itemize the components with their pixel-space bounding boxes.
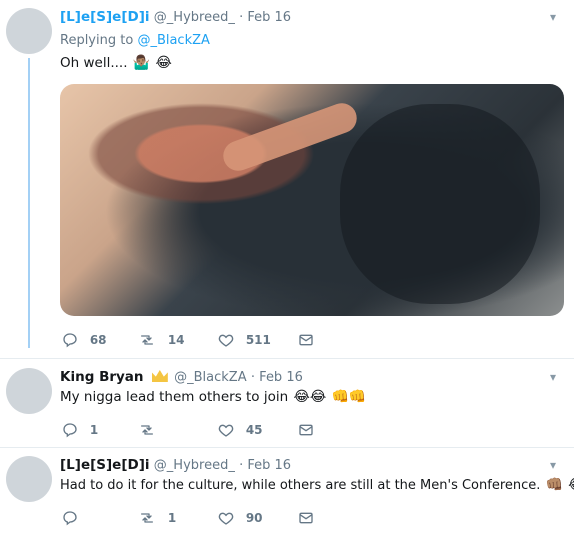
like-count: 511 <box>245 333 271 347</box>
tweet-text-body: My nigga lead them others to join <box>60 389 289 405</box>
tweet-date[interactable]: · Feb 16 <box>239 10 291 25</box>
tweet-actions: 68 14 511 <box>60 330 540 350</box>
like-count: 45 <box>245 423 263 437</box>
tweet-text: Oh well.... 🤷🏽‍♂️ 😂 <box>60 54 172 72</box>
message-button[interactable] <box>298 420 314 440</box>
heart-icon <box>218 334 234 347</box>
tweet-actions: 1 45 <box>60 420 540 440</box>
author-handle[interactable]: @_Hybreed_ <box>154 458 235 473</box>
heart-icon <box>218 512 234 525</box>
retweet-icon <box>141 425 153 435</box>
retweet-icon <box>141 513 153 523</box>
retweet-button[interactable]: 14 <box>138 330 185 350</box>
like-button[interactable]: 90 <box>218 508 263 528</box>
media-hand-shape <box>219 98 361 176</box>
like-count: 90 <box>245 511 263 525</box>
replying-to: Replying to @_BlackZA <box>60 32 210 50</box>
divider <box>0 358 574 359</box>
retweet-button[interactable]: 1 <box>138 508 176 528</box>
author-name[interactable]: [L]e[S]e[D]i <box>60 9 150 25</box>
reply-count: 68 <box>89 333 107 347</box>
reply-button[interactable] <box>62 508 86 528</box>
reply-icon <box>63 511 77 526</box>
author-name[interactable]: King Bryan <box>60 369 144 385</box>
tweet-text-body: Oh well.... <box>60 55 128 71</box>
like-button[interactable]: 511 <box>218 330 271 350</box>
retweet-icon <box>141 335 153 345</box>
message-button[interactable] <box>298 508 314 528</box>
reply-icon <box>63 333 77 348</box>
message-icon <box>299 512 313 524</box>
reply-button[interactable]: 1 <box>62 420 98 440</box>
chevron-down-icon[interactable]: ▾ <box>546 458 560 472</box>
reply-count: 1 <box>89 423 99 437</box>
author-handle[interactable]: @_Hybreed_ <box>154 10 235 25</box>
tweet-header: [L]e[S]e[D]i @_Hybreed_ · Feb 16 <box>60 8 291 27</box>
tweet-item[interactable]: King Bryan @_BlackZA · Feb 16 ▾ My nigga… <box>0 360 574 450</box>
tweet-date[interactable]: · Feb 16 <box>251 370 303 385</box>
author-handle[interactable]: @_BlackZA <box>174 370 246 385</box>
tweet-header: King Bryan @_BlackZA · Feb 16 <box>60 368 303 387</box>
tweet-date[interactable]: · Feb 16 <box>239 458 291 473</box>
message-icon <box>299 424 313 436</box>
tweet-actions: 1 90 <box>60 508 540 528</box>
retweet-count: 1 <box>167 511 177 525</box>
avatar[interactable] <box>6 8 52 54</box>
crown-icon <box>151 370 168 382</box>
replying-handle[interactable]: @_BlackZA <box>137 33 209 48</box>
media-denim-shape <box>340 104 540 304</box>
tweet-text-body: Had to do it for the culture, while othe… <box>60 478 541 493</box>
tweet-item[interactable]: [L]e[S]e[D]i @_Hybreed_ · Feb 16 ▾ Had t… <box>0 448 574 534</box>
laughing-emoji: 😂😂 <box>293 389 327 405</box>
reply-icon <box>63 423 77 438</box>
tweet-text: My nigga lead them others to join 😂😂 👊👊 <box>60 388 366 406</box>
shrug-emoji: 🤷🏽‍♂️ <box>132 55 151 71</box>
laughing-emoji: 😂 <box>155 55 172 71</box>
avatar[interactable] <box>6 456 52 502</box>
reply-button[interactable]: 68 <box>62 330 107 350</box>
chevron-down-icon[interactable]: ▾ <box>546 370 560 384</box>
message-button[interactable] <box>298 330 314 350</box>
retweet-button[interactable] <box>138 420 164 440</box>
fist-emoji: 👊👊 <box>331 389 367 405</box>
chevron-down-icon[interactable]: ▾ <box>546 10 560 24</box>
like-button[interactable]: 45 <box>218 420 263 440</box>
replying-prefix: Replying to <box>60 33 138 48</box>
laughing-emoji: 😂 <box>568 476 574 494</box>
retweet-count: 14 <box>167 333 185 347</box>
author-name[interactable]: [L]e[S]e[D]i <box>60 457 150 473</box>
tweet-media-image[interactable] <box>60 84 564 316</box>
tweet-thread: [L]e[S]e[D]i @_Hybreed_ · Feb 16 ▾ Reply… <box>0 0 574 534</box>
tweet-text: Had to do it for the culture, while othe… <box>60 476 574 495</box>
avatar[interactable] <box>6 368 52 414</box>
message-icon <box>299 334 313 346</box>
thread-connector-line <box>28 58 30 348</box>
heart-icon <box>218 424 234 437</box>
tweet-item[interactable]: [L]e[S]e[D]i @_Hybreed_ · Feb 16 ▾ Reply… <box>0 0 574 352</box>
tweet-header: [L]e[S]e[D]i @_Hybreed_ · Feb 16 <box>60 456 291 475</box>
fist-emoji: 👊🏽 <box>545 477 563 493</box>
